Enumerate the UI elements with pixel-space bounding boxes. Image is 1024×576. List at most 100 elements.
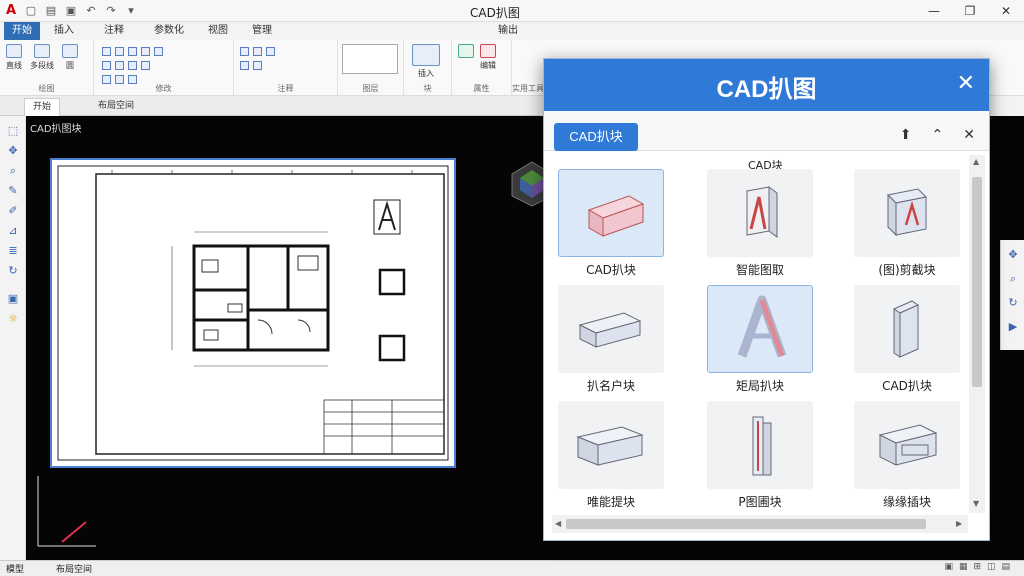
scroll-left-icon[interactable]: ◀ (555, 519, 561, 528)
zoom-icon[interactable]: ⌕ (6, 164, 20, 178)
view-icon[interactable]: ▣ (6, 292, 20, 306)
status-toggles[interactable]: ▣▦⊞◫▤ (944, 562, 1016, 572)
model-tab[interactable]: 模型 (6, 562, 24, 575)
brush-icon[interactable]: ✐ (6, 204, 20, 218)
undo-icon[interactable]: ↶ (84, 3, 98, 17)
polyline-button[interactable]: 多段线 (30, 44, 54, 71)
select-icon[interactable]: ⬚ (6, 124, 20, 138)
panel-close-icon[interactable]: ✕ (963, 127, 975, 143)
tab-view[interactable]: 视图 (200, 22, 236, 40)
ribbon-group-label: 块 (423, 84, 432, 93)
ribbon-group-label: 注释 (277, 84, 294, 93)
stretch-icon[interactable] (115, 60, 124, 70)
pencil-icon[interactable]: ✎ (6, 184, 20, 198)
restore-button[interactable]: ❐ (952, 0, 988, 22)
vertical-scroll-thumb[interactable] (972, 177, 982, 387)
array-icon[interactable] (141, 60, 150, 70)
block-label-1: CAD扒块 (586, 263, 636, 277)
leader-icon[interactable] (266, 46, 275, 56)
dimension-icon[interactable] (253, 46, 262, 56)
dialog-close-icon[interactable]: ✕ (957, 71, 975, 97)
save-icon[interactable]: ▣ (64, 3, 78, 17)
tab-insert[interactable]: 插入 (46, 22, 82, 40)
trim-icon[interactable] (128, 46, 137, 56)
redo-icon[interactable]: ↷ (104, 3, 118, 17)
block-label-2: 智能图取 (735, 263, 784, 277)
block-label-8: P图圃块 (738, 495, 782, 509)
horizontal-scroll-thumb[interactable] (566, 519, 926, 529)
measure-icon[interactable]: ⊿ (6, 224, 20, 238)
block-card-3[interactable] (854, 169, 960, 257)
circle-button[interactable]: 圆 (62, 44, 78, 71)
circle-icon (62, 44, 78, 58)
ribbon-group-properties: 编辑 属性 (452, 40, 512, 96)
dialog-header: CAD扒图 ✕ (544, 59, 989, 111)
open-folder-icon[interactable]: ▤ (44, 3, 58, 17)
cad-extract-button[interactable]: CAD扒块 (554, 123, 638, 151)
tab-start[interactable]: 开始 (4, 22, 40, 40)
minimize-button[interactable]: — (916, 0, 952, 22)
table-icon[interactable] (240, 60, 249, 70)
light-icon[interactable]: ☼ (6, 312, 20, 326)
collapse-chevron-icon[interactable]: ⌃ (932, 127, 944, 143)
pan-icon[interactable]: ✥ (6, 144, 20, 158)
drawing-sheet (50, 158, 456, 468)
layer-dropdown[interactable] (342, 44, 398, 74)
scroll-down-icon[interactable]: ▼ (973, 499, 979, 508)
app-logo-icon[interactable]: A (4, 3, 18, 18)
floor-plan-drawing (57, 165, 449, 461)
mirror-icon[interactable] (154, 46, 163, 56)
block-card-1[interactable] (558, 169, 664, 257)
move-icon[interactable] (102, 46, 111, 56)
block-card-4[interactable] (558, 285, 664, 373)
nav-orbit-icon[interactable]: ↻ (1006, 296, 1020, 310)
block-card-6[interactable] (854, 285, 960, 373)
ribbon-group-draw: 直线 多段线 圆 绘图 (0, 40, 94, 96)
pin-icon[interactable]: ⬆ (900, 127, 912, 143)
viewport-label[interactable]: CAD扒图块 (30, 120, 82, 135)
insert-block-button[interactable]: 插入 (412, 44, 440, 79)
match-properties-button[interactable] (458, 44, 474, 71)
orbit-icon[interactable]: ↻ (6, 264, 20, 278)
column-icon (752, 416, 772, 476)
copy-icon[interactable] (141, 46, 150, 56)
dropdown-chevron-icon[interactable]: ▾ (124, 3, 138, 17)
block-card-8[interactable] (707, 401, 813, 489)
ucs-icon (37, 476, 96, 547)
doc-tab-start[interactable]: 开始 (24, 98, 61, 116)
tab-manage[interactable]: 管理 (244, 22, 280, 40)
scroll-up-icon[interactable]: ▲ (973, 157, 979, 166)
ribbon-group-label: 图层 (362, 84, 379, 93)
layers-icon[interactable]: ≣ (6, 244, 20, 258)
block-label-3: (图)剪截块 (878, 263, 936, 277)
close-button[interactable]: ✕ (988, 0, 1024, 22)
tab-parametric[interactable]: 参数化 (146, 22, 192, 40)
block-label-5: 矩局扒块 (735, 379, 784, 393)
nav-pan-icon[interactable]: ✥ (1006, 248, 1020, 262)
nav-zoom-icon[interactable]: ⌕ (1006, 272, 1020, 286)
block-card-2[interactable] (707, 169, 813, 257)
markup-icon[interactable] (253, 60, 262, 70)
edit-properties-button[interactable]: 编辑 (480, 44, 496, 71)
scroll-right-icon[interactable]: ▶ (956, 519, 962, 528)
frame-box-icon (878, 424, 938, 466)
block-card-5[interactable] (707, 285, 813, 373)
scale-icon[interactable] (128, 60, 137, 70)
new-file-icon[interactable]: ▢ (24, 3, 38, 17)
line-button[interactable]: 直线 (6, 44, 22, 71)
edit-properties-icon (480, 44, 496, 58)
ribbon-group-label: 实用工具 (512, 84, 544, 93)
tab-annotate[interactable]: 注释 (96, 22, 132, 40)
nav-showmotion-icon[interactable]: ▶ (1006, 320, 1020, 334)
layout-tab[interactable]: 布局空间 (56, 562, 92, 575)
tab-output[interactable]: 输出 (490, 22, 526, 40)
fillet-icon[interactable] (102, 60, 111, 70)
text-icon[interactable] (240, 46, 249, 56)
doc-tab-layout[interactable]: 布局空间 (90, 98, 142, 116)
block-card-9[interactable] (854, 401, 960, 489)
rotate-icon[interactable] (115, 46, 124, 56)
block-card-7[interactable] (558, 401, 664, 489)
dialog-title: CAD扒图 (716, 76, 817, 103)
ribbon-group-annotation: 注释 (234, 40, 338, 96)
cut-cube-icon (886, 188, 928, 237)
